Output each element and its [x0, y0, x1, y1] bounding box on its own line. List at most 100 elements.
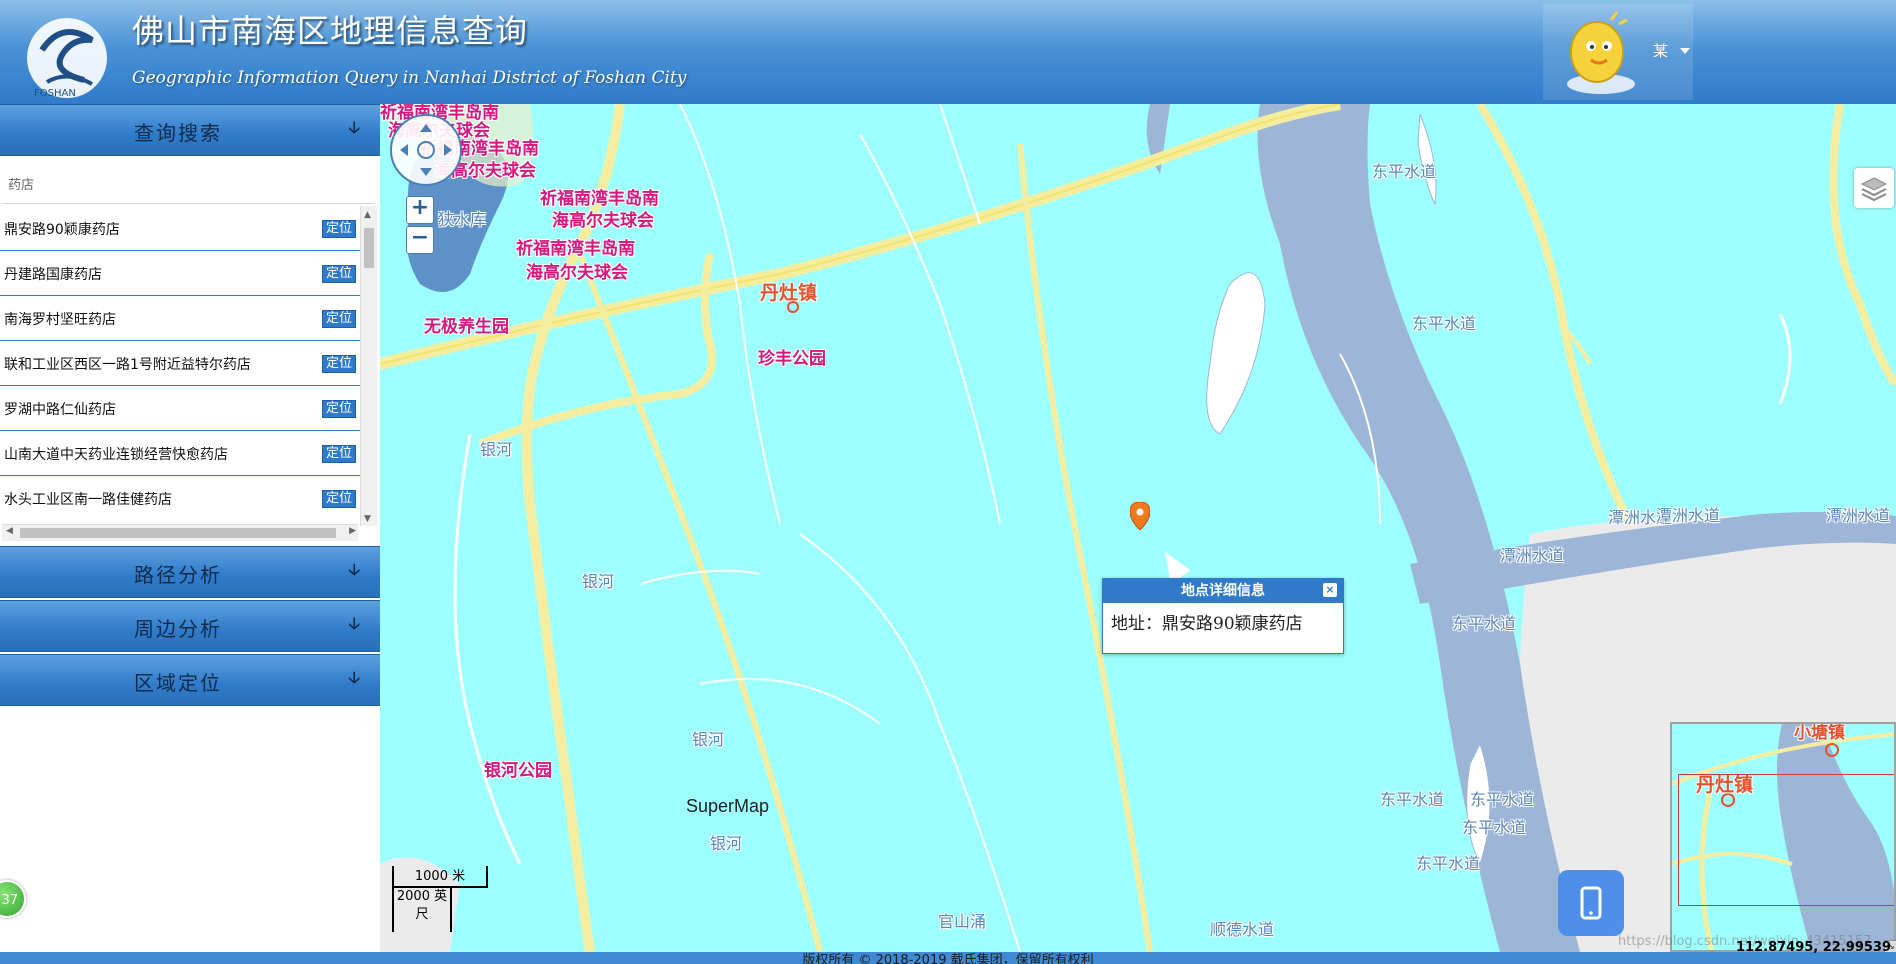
list-item[interactable]: 罗湖中路仁仙药店 定位	[0, 386, 360, 431]
town-marker-icon	[787, 301, 799, 313]
result-name: 鼎安路90颖康药店	[4, 222, 120, 238]
scroll-left-icon[interactable]: ◀	[6, 526, 13, 536]
panel-surrounding-analysis[interactable]: 周边分析 🡣	[0, 600, 380, 652]
list-item[interactable]: 南海罗村坚旺药店 定位	[0, 296, 360, 341]
map-label: 海高尔夫球会	[552, 211, 654, 231]
avatar	[1551, 6, 1647, 98]
list-item[interactable]: 山南大道中天药业连锁经营快愈药店 定位	[0, 431, 360, 476]
map-label: 珍丰公园	[758, 349, 826, 369]
panel-title: 路径分析	[134, 563, 222, 587]
footer: 版权所有 © 2018-2019 载氏集团，保留所有权利	[0, 952, 1896, 964]
mobile-phone-icon	[1580, 886, 1602, 920]
map-label: 东平水道	[1470, 790, 1535, 809]
scroll-thumb[interactable]	[20, 528, 336, 538]
scale-imperial: 2000 英尺	[392, 888, 452, 932]
layers-button[interactable]	[1854, 168, 1894, 208]
close-icon[interactable]: ×	[1323, 583, 1337, 597]
map-label: 东平水道	[1462, 818, 1527, 837]
arrow-down-icon: 🡣	[348, 614, 361, 633]
list-item[interactable]: 联和工业区西区一路1号附近益特尔药店 定位	[0, 341, 360, 386]
overview-extent[interactable]	[1678, 774, 1894, 906]
locate-button[interactable]: 定位	[321, 310, 356, 328]
locate-button[interactable]: 定位	[321, 220, 356, 238]
scale-bar: 1000 米 2000 英尺	[392, 866, 492, 936]
svg-text:FOSHAN: FOSHAN	[34, 88, 76, 99]
map-label: 潭洲水道	[1656, 506, 1721, 525]
map-label: 官山涌	[938, 912, 987, 931]
locate-button[interactable]: 定位	[321, 490, 356, 508]
result-name: 水头工业区南一路佳健药店	[4, 492, 172, 508]
mobile-button[interactable]	[1558, 870, 1624, 936]
layers-icon	[1860, 177, 1888, 202]
map-label: 狭水库	[438, 210, 487, 229]
overview-label: 小塘镇	[1794, 723, 1845, 743]
list-item[interactable]: 水头工业区南一路佳健药店 定位	[0, 476, 360, 512]
map-label: 银河	[692, 730, 725, 749]
chevron-down-icon[interactable]	[1680, 48, 1690, 54]
arrow-down-icon: 🡣	[348, 560, 361, 579]
panel-title: 周边分析	[134, 617, 222, 641]
map-label: 东平水道	[1372, 162, 1437, 181]
locate-button[interactable]: 定位	[321, 355, 356, 373]
user-menu[interactable]: 某	[1543, 4, 1693, 100]
scale-metric: 1000 米	[392, 866, 488, 888]
location-pin-icon[interactable]	[1129, 501, 1151, 531]
map-label: 银河	[480, 440, 513, 459]
result-name: 联和工业区西区一路1号附近益特尔药店	[4, 357, 251, 373]
supermap-logo: SuperMap	[686, 796, 770, 816]
list-item[interactable]: 丹建路国康药店 定位	[0, 251, 360, 296]
arrow-down-icon: 🡣	[348, 118, 361, 137]
scroll-down-icon[interactable]: ▼	[364, 514, 371, 524]
sidebar: 查询搜索 🡣 鼎安路90颖康药店 定位 丹建路国康药店 定位 南海罗村坚旺药店 …	[0, 104, 381, 952]
panel-route-analysis[interactable]: 路径分析 🡣	[0, 546, 380, 598]
result-name: 丹建路国康药店	[4, 267, 102, 283]
map-label: 潭洲水道	[1826, 506, 1891, 525]
floating-counter-badge[interactable]: 37	[0, 880, 26, 918]
search-input[interactable]	[2, 164, 374, 204]
scroll-right-icon[interactable]: ▶	[349, 526, 356, 536]
map-label: 银河公园	[484, 761, 552, 781]
map-label: 顺德水道	[1210, 920, 1275, 939]
user-name: 某	[1653, 42, 1669, 60]
horizontal-scrollbar[interactable]: ◀ ▶	[2, 524, 358, 541]
scroll-up-icon[interactable]: ▲	[364, 210, 371, 220]
map-label: 东平水道	[1452, 614, 1517, 633]
app-title: 佛山市南海区地理信息查询	[132, 12, 529, 50]
panel-query-search[interactable]: 查询搜索 🡣	[0, 104, 380, 156]
vertical-scrollbar[interactable]: ▲ ▼	[360, 206, 377, 526]
result-name: 罗湖中路仁仙药店	[4, 402, 116, 418]
map-label: 东平水道	[1380, 790, 1445, 809]
app-subtitle: Geographic Information Query in Nanhai D…	[132, 68, 687, 88]
map-label: 东平水道	[1416, 854, 1481, 873]
scroll-thumb[interactable]	[364, 228, 374, 268]
result-name: 山南大道中天药业连锁经营快愈药店	[4, 447, 228, 463]
result-list: 鼎安路90颖康药店 定位 丹建路国康药店 定位 南海罗村坚旺药店 定位 联和工业…	[0, 206, 360, 512]
panel-title: 查询搜索	[134, 121, 222, 145]
popup-address: 地址：鼎安路90颖康药店	[1111, 614, 1303, 634]
map-view[interactable]: 祈福南湾丰岛南 海高尔夫球会 祈福南湾丰岛南 海高尔夫球会 祈福南湾丰岛南 海高…	[380, 104, 1896, 952]
overview-map[interactable]: 丹灶镇 小塘镇	[1670, 722, 1896, 952]
locate-button[interactable]: 定位	[321, 265, 356, 283]
popup-title: 地点详细信息	[1103, 579, 1343, 603]
zoom-in-button[interactable]: +	[406, 196, 434, 224]
map-label: 银河	[582, 572, 615, 591]
map-label: 无极养生园	[424, 317, 509, 337]
panel-area-location[interactable]: 区域定位 🡣	[0, 654, 380, 706]
location-popup: 地点详细信息 × 地址：鼎安路90颖康药店	[1102, 578, 1344, 654]
result-name: 南海罗村坚旺药店	[4, 312, 116, 328]
list-item[interactable]: 鼎安路90颖康药店 定位	[0, 206, 360, 251]
map-label: 海高尔夫球会	[526, 263, 628, 283]
copyright: 版权所有 © 2018-2019 载氏集团，保留所有权利	[802, 953, 1094, 964]
coordinate-readout: 112.87495, 22.99539	[1736, 940, 1892, 955]
map-label: 祈福南湾丰岛南	[516, 239, 635, 259]
header: FOSHAN 佛山市南海区地理信息查询 Geographic Informati…	[0, 0, 1896, 104]
map-label: 银河	[710, 834, 743, 853]
zoom-out-button[interactable]: −	[406, 226, 434, 254]
locate-button[interactable]: 定位	[321, 400, 356, 418]
locate-button[interactable]: 定位	[321, 445, 356, 463]
map-label: 潭洲水道	[1500, 546, 1565, 565]
arrow-down-icon: 🡣	[348, 668, 361, 687]
panel-title: 区域定位	[134, 671, 222, 695]
pan-control[interactable]	[390, 114, 462, 186]
map-label: 东平水道	[1412, 314, 1477, 333]
